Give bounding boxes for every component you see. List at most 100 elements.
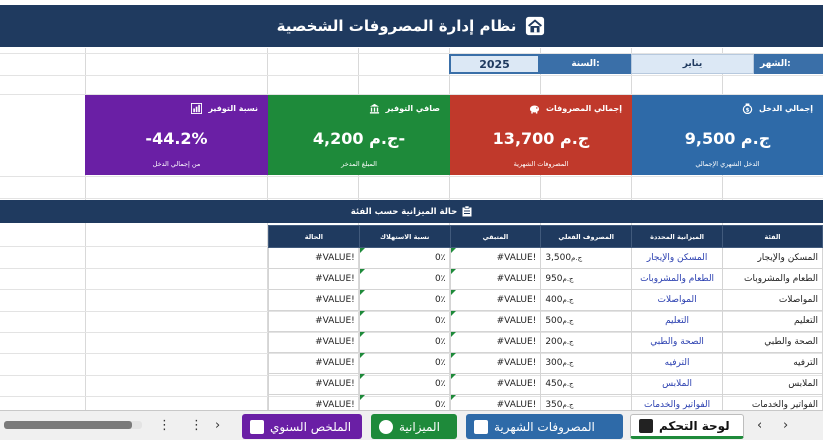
spreadsheet-sheet[interactable]: نظام إدارة المصروفات الشخصية الشهر: يناي… [0,0,823,410]
tab-dashboard[interactable]: لوحة التحكم [630,414,744,439]
actual-cell[interactable]: ج.م500 [540,310,633,332]
remaining-cell[interactable]: #VALUE! [449,373,542,395]
month-select[interactable]: يناير [631,54,754,74]
cell-note-marker [451,374,456,379]
header-budget[interactable]: الميزانية المحددة [631,225,724,248]
remaining-value: #VALUE! [496,337,537,347]
header-actual-expense[interactable]: المصروف الفعلي [540,225,633,248]
page-title: نظام إدارة المصروفات الشخصية [276,17,517,35]
year-select[interactable]: 2025 [449,54,540,74]
header-category[interactable]: الفئة [722,225,823,248]
month-label: الشهر: [754,54,823,74]
remaining-cell[interactable]: #VALUE! [449,331,542,353]
actual-cell[interactable]: ج.م950 [540,268,633,290]
currency-label: ج.م [562,338,574,346]
cell-note-marker [360,311,365,316]
status-cell[interactable]: #VALUE! [268,268,360,290]
table-row: #VALUE! 0٪ #VALUE! ج.م400 المواصلات المو… [268,289,823,311]
actual-cell[interactable]: ج.م200 [540,331,633,353]
remaining-cell[interactable]: #VALUE! [449,352,542,374]
status-cell[interactable]: #VALUE! [268,394,360,410]
cell-note-marker [451,395,456,400]
status-cell[interactable]: #VALUE! [268,310,360,332]
rate-cell[interactable]: 0٪ [358,310,451,332]
actual-value: 3,500 [545,253,572,263]
category-cell[interactable]: الملابس [722,373,823,395]
header-status[interactable]: الحالة [268,225,360,248]
rate-value: 0٪ [434,274,446,284]
calendar-icon [250,419,264,434]
rate-value: 0٪ [434,253,446,263]
category-cell[interactable]: الترفيه [722,352,823,374]
rate-cell[interactable]: 0٪ [358,373,451,395]
cell-note-marker [451,290,456,295]
budget-cell[interactable]: المسكن والإيجار [631,247,724,269]
actual-cell[interactable]: ج.م300 [540,352,633,374]
remaining-value: #VALUE! [496,274,537,284]
card-subtitle: من إجمالي الدخل [152,160,201,168]
header-consumption-rate[interactable]: نسبة الاستهلاك [358,225,451,248]
rate-cell[interactable]: 0٪ [358,268,451,290]
remaining-cell[interactable]: #VALUE! [449,310,542,332]
tab-label: الملخص السنوي [270,419,352,434]
chevron-right-icon[interactable]: › [215,418,220,433]
card-value: ج.م 13,700 [492,129,590,148]
rate-cell[interactable]: 0٪ [358,352,451,374]
tab-monthly-expenses[interactable]: المصروفات الشهرية [466,414,623,439]
table-row: #VALUE! 0٪ #VALUE! ج.م300 الترفيه الترفي… [268,352,823,374]
budget-cell[interactable]: الملابس [631,373,724,395]
card-title-row: نسبة التوفير [191,103,258,114]
status-cell[interactable]: #VALUE! [268,352,360,374]
budget-cell[interactable]: التعليم [631,310,724,332]
actual-cell[interactable]: ج.م350 [540,394,633,410]
actual-cell[interactable]: ج.م400 [540,289,633,311]
cell-note-marker [360,395,365,400]
horizontal-scrollbar[interactable] [4,421,142,429]
category-cell[interactable]: الطعام والمشروبات [722,268,823,290]
section-title: حالة الميزانية حسب الفئة [350,206,458,217]
rate-cell[interactable]: 0٪ [358,247,451,269]
card-value: -44.2% [145,129,208,148]
status-cell[interactable]: #VALUE! [268,331,360,353]
budget-cell[interactable]: الصحة والطبي [631,331,724,353]
actual-value: 200 [545,337,563,347]
budget-cell[interactable]: الطعام والمشروبات [631,268,724,290]
category-cell[interactable]: الصحة والطبي [722,331,823,353]
remaining-cell[interactable]: #VALUE! [449,268,542,290]
more-options-icon[interactable]: ⋮ [190,418,203,433]
category-cell[interactable]: التعليم [722,310,823,332]
scrollbar-thumb[interactable] [4,421,132,429]
tab-budget[interactable]: الميزانية [371,414,457,439]
budget-cell[interactable]: الفواتير والخدمات [631,394,724,410]
card-net-savings: صافي التوفير ج.م 4,200- المبلغ المدخر [268,95,450,175]
currency-label: ج.م [562,401,574,409]
header-remaining[interactable]: المتبقي [449,225,542,248]
remaining-value: #VALUE! [496,400,537,410]
rate-cell[interactable]: 0٪ [358,394,451,410]
tab-annual-summary[interactable]: الملخص السنوي [242,414,362,439]
category-cell[interactable]: المواصلات [722,289,823,311]
budget-cell[interactable]: المواصلات [631,289,724,311]
status-cell[interactable]: #VALUE! [268,373,360,395]
chevron-right-icon[interactable]: › [783,418,788,433]
actual-value: 500 [545,316,563,326]
status-cell[interactable]: #VALUE! [268,289,360,311]
remaining-cell[interactable]: #VALUE! [449,394,542,410]
card-subtitle: المصروفات الشهرية [513,160,569,168]
remaining-cell[interactable]: #VALUE! [449,289,542,311]
rate-cell[interactable]: 0٪ [358,289,451,311]
category-cell[interactable]: الفواتير والخدمات [722,394,823,410]
board-icon [639,418,653,433]
actual-cell[interactable]: ج.م450 [540,373,633,395]
rate-cell[interactable]: 0٪ [358,331,451,353]
table-row: #VALUE! 0٪ #VALUE! ج.م3,500 المسكن والإي… [268,247,823,269]
budget-cell[interactable]: الترفيه [631,352,724,374]
card-title-row: إجمالي المصروفات [529,103,622,114]
more-options-icon[interactable]: ⋮ [158,418,171,433]
status-cell[interactable]: #VALUE! [268,247,360,269]
actual-cell[interactable]: ج.م3,500 [540,247,633,269]
category-cell[interactable]: المسكن والإيجار [722,247,823,269]
remaining-cell[interactable]: #VALUE! [449,247,542,269]
chevron-left-icon[interactable]: ‹ [757,418,762,433]
chart-icon [191,103,203,114]
